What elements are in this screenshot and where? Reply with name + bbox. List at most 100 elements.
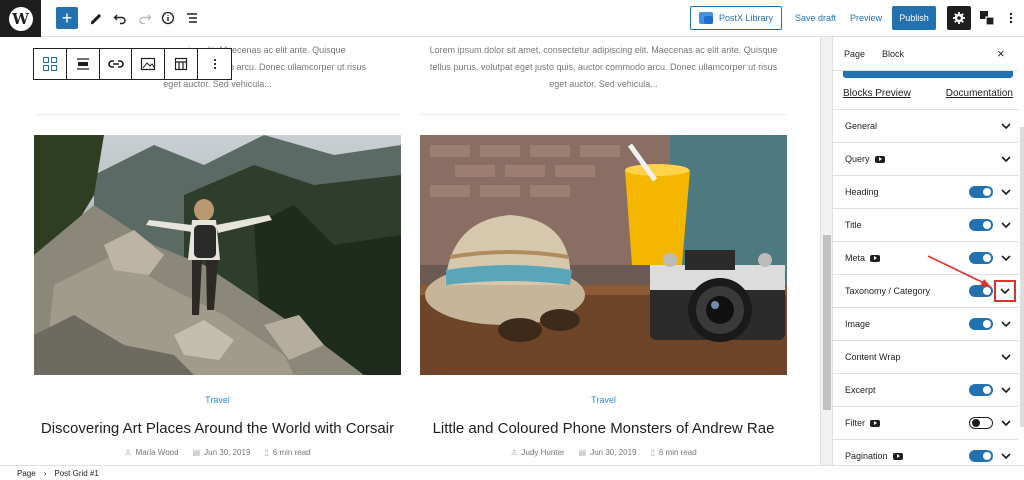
- excerpt-toggle[interactable]: [969, 384, 993, 396]
- blocks-preview-link[interactable]: Blocks Preview: [843, 88, 911, 99]
- layout-button[interactable]: [165, 49, 199, 79]
- camera-photo: [420, 135, 787, 375]
- postx-settings-button[interactable]: [976, 7, 998, 29]
- excerpt-line: eget auctor. Sed vehicula...: [549, 79, 658, 89]
- align-button[interactable]: [67, 49, 100, 79]
- block-options-button[interactable]: [198, 49, 231, 79]
- chevron-down-icon[interactable]: [1000, 351, 1012, 363]
- postx-library-label: PostX Library: [719, 13, 774, 23]
- video-tutorial-icon[interactable]: [874, 155, 885, 163]
- align-icon: [76, 58, 89, 70]
- canvas-scrollbar[interactable]: [820, 37, 832, 465]
- settings-button[interactable]: [947, 6, 971, 30]
- block-type-button[interactable]: [34, 49, 67, 79]
- publish-button[interactable]: Publish: [892, 6, 936, 30]
- chevron-down-icon[interactable]: [1000, 153, 1012, 165]
- chevron-down-icon[interactable]: [1000, 384, 1012, 396]
- post-title[interactable]: Discovering Art Places Around the World …: [34, 420, 401, 437]
- hiker-photo: [34, 135, 401, 375]
- excerpt-line: Lorem ipsum dolor sit amet, consectetur …: [429, 45, 778, 55]
- sidebar-links: Blocks Preview Documentation: [843, 88, 1013, 99]
- panel-label: Excerpt: [845, 385, 876, 395]
- annotation-arrow-icon: [927, 255, 991, 287]
- panel-query[interactable]: Query: [833, 142, 1019, 175]
- post-category-link[interactable]: Travel: [420, 395, 787, 405]
- undo-icon: [113, 14, 126, 25]
- panel-label: Title: [845, 220, 862, 230]
- chevron-down-icon[interactable]: [1000, 219, 1012, 231]
- redo-button[interactable]: [134, 7, 156, 29]
- post-meta: ♙ Maria Wood ▤ Jun 30, 2019 ▯ 6 min read: [34, 448, 401, 457]
- preview-button[interactable]: Preview: [850, 13, 882, 23]
- wordpress-logo-button[interactable]: W: [0, 0, 41, 37]
- postx-blocks-icon: [980, 11, 995, 26]
- clock-icon: ▯: [264, 448, 269, 457]
- filter-toggle[interactable]: [969, 417, 993, 429]
- edit-tool-button[interactable]: [85, 7, 107, 29]
- post-title[interactable]: Little and Coloured Phone Monsters of An…: [420, 420, 787, 437]
- panel-label: Heading: [845, 187, 879, 197]
- date-text: Jun 30, 2019: [590, 448, 637, 457]
- chevron-down-icon[interactable]: [1000, 417, 1012, 429]
- breadcrumb-page[interactable]: Page: [17, 469, 36, 478]
- postx-panel-strip: [843, 71, 1013, 78]
- chevron-down-icon[interactable]: [1000, 186, 1012, 198]
- editor-top-bar: W + PostX Library Save draft Preview Pub…: [0, 0, 1024, 37]
- pagination-toggle[interactable]: [969, 450, 993, 462]
- divider: [34, 114, 401, 115]
- documentation-link[interactable]: Documentation: [946, 88, 1013, 99]
- user-icon: ♙: [124, 448, 132, 457]
- postx-library-button[interactable]: PostX Library: [690, 6, 782, 30]
- details-button[interactable]: [157, 7, 179, 29]
- image-settings-button[interactable]: [132, 49, 166, 79]
- title-toggle[interactable]: [969, 219, 993, 231]
- link-button[interactable]: [100, 49, 133, 79]
- post-category-link[interactable]: Travel: [34, 395, 401, 405]
- editor-canvas[interactable]: cing elit. Maecenas ac elit ante. Quisqu…: [0, 37, 820, 465]
- postx-logo-icon: [699, 12, 713, 24]
- panel-general[interactable]: General: [833, 109, 1019, 142]
- block-toolbar: [33, 48, 232, 80]
- undo-button[interactable]: [109, 7, 131, 29]
- sidebar-scrollbar[interactable]: [1019, 37, 1024, 465]
- post-date: ▤ Jun 30, 2019: [579, 448, 637, 457]
- panel-content-wrap[interactable]: Content Wrap: [833, 340, 1019, 373]
- chevron-down-icon[interactable]: [1000, 120, 1012, 132]
- tab-block[interactable]: Block: [873, 49, 913, 73]
- panel-filter[interactable]: Filter: [833, 406, 1019, 439]
- post-read-time: ▯ 6 min read: [650, 448, 696, 457]
- tab-page[interactable]: Page: [844, 49, 865, 59]
- options-menu-button[interactable]: [1000, 7, 1022, 29]
- more-vertical-icon: [1009, 12, 1013, 24]
- date-text: Jun 30, 2019: [204, 448, 251, 457]
- read-time-text: 6 min read: [658, 448, 697, 457]
- scrollbar-thumb[interactable]: [823, 235, 831, 410]
- post-image-camera[interactable]: [420, 135, 787, 375]
- panel-excerpt[interactable]: Excerpt: [833, 373, 1019, 406]
- list-view-icon: [187, 13, 197, 23]
- panel-pagination[interactable]: Pagination: [833, 439, 1019, 465]
- clock-icon: ▯: [650, 448, 655, 457]
- image-toggle[interactable]: [969, 318, 993, 330]
- breadcrumb-post-grid[interactable]: Post Grid #1: [54, 469, 98, 478]
- author-name: Maria Wood: [135, 448, 179, 457]
- save-draft-button[interactable]: Save draft: [795, 13, 836, 23]
- scrollbar-thumb[interactable]: [1020, 127, 1024, 427]
- video-tutorial-icon[interactable]: [870, 254, 881, 262]
- video-tutorial-icon[interactable]: [870, 419, 880, 427]
- panel-image[interactable]: Image: [833, 307, 1019, 340]
- panel-title[interactable]: Title: [833, 208, 1019, 241]
- post-read-time: ▯ 6 min read: [264, 448, 310, 457]
- heading-toggle[interactable]: [969, 186, 993, 198]
- video-tutorial-icon[interactable]: [892, 452, 903, 460]
- post-image-hiker[interactable]: [34, 135, 401, 375]
- list-view-button[interactable]: [181, 7, 203, 29]
- author-name: Judy Hunter: [521, 448, 565, 457]
- chevron-down-icon[interactable]: [1000, 450, 1012, 462]
- chevron-down-icon[interactable]: [1000, 318, 1012, 330]
- panel-heading[interactable]: Heading: [833, 175, 1019, 208]
- close-icon[interactable]: ×: [997, 46, 1005, 61]
- panel-label: General: [845, 121, 878, 131]
- add-block-button[interactable]: +: [56, 7, 78, 29]
- chevron-down-icon[interactable]: [1000, 252, 1012, 264]
